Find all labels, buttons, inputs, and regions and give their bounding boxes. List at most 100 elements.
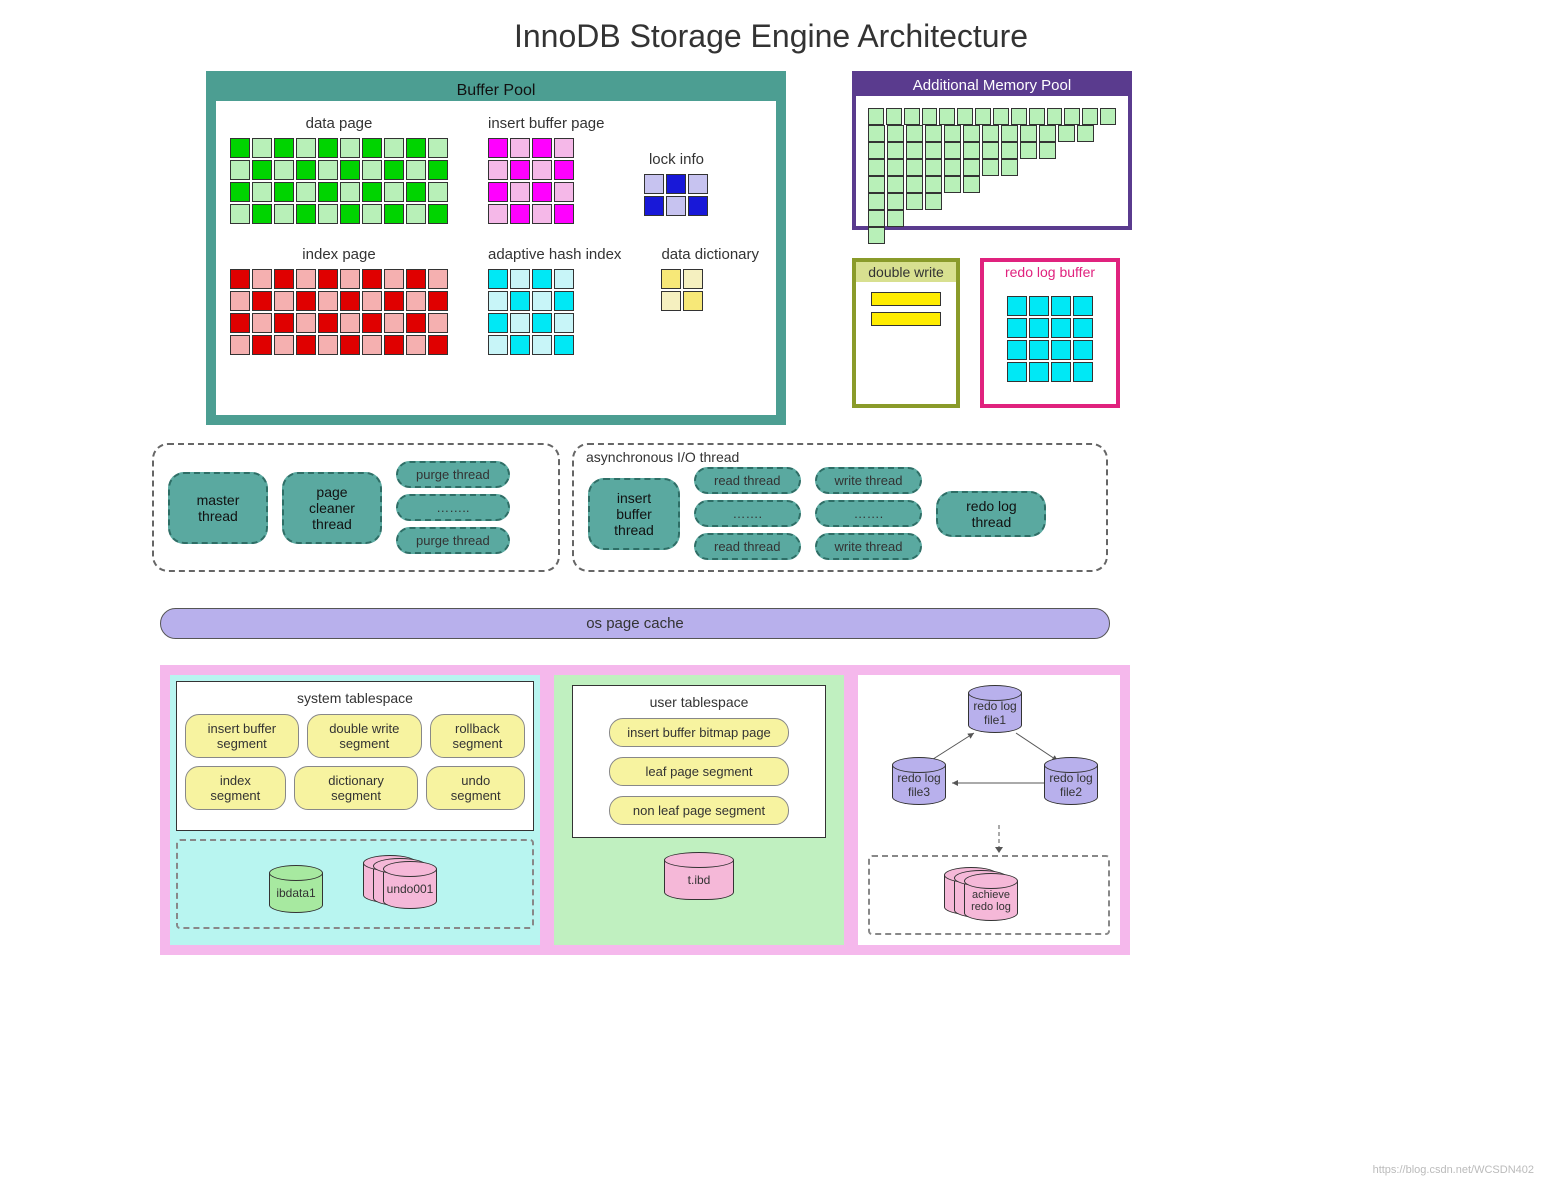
- grid-cell: [296, 291, 316, 311]
- grid-cell: [230, 182, 250, 202]
- grid-cell: [644, 174, 664, 194]
- grid-cell: [1073, 340, 1093, 360]
- redo-log-buffer: redo log buffer: [980, 258, 1120, 408]
- redo-files: redo log file1 redo log file2 redo log f…: [858, 675, 1120, 945]
- grid-cell: [428, 182, 448, 202]
- grid-cell: [406, 291, 426, 311]
- grid-cell: [532, 160, 552, 180]
- grid-cell: [688, 174, 708, 194]
- grid-cell: [340, 204, 360, 224]
- segment-pill: undo segment: [426, 766, 525, 810]
- grid-cell: [925, 193, 942, 210]
- grid-cell: [318, 291, 338, 311]
- grid-cell: [554, 182, 574, 202]
- grid-cell: [362, 204, 382, 224]
- grid-cell: [510, 335, 530, 355]
- grid-cell: [406, 204, 426, 224]
- archive-box: achieve redo log: [868, 855, 1110, 935]
- segment-pill: rollback segment: [430, 714, 525, 758]
- grid-cell: [384, 138, 404, 158]
- grid-cell: [252, 204, 272, 224]
- segment-pill: non leaf page segment: [609, 796, 789, 825]
- grid-cell: [428, 138, 448, 158]
- grid-cell: [1020, 142, 1037, 159]
- grid-cell: [1058, 125, 1075, 142]
- grid-cell: [993, 108, 1009, 125]
- grid-cell: [1011, 108, 1027, 125]
- grid-cell: [661, 269, 681, 289]
- grid-cell: [868, 176, 885, 193]
- grid-cell: [510, 291, 530, 311]
- grid-cell: [406, 138, 426, 158]
- segment-pill: double write segment: [307, 714, 422, 758]
- grid-cell: [340, 335, 360, 355]
- sys-tbl-title: system tablespace: [185, 690, 525, 706]
- grid-cell: [963, 125, 980, 142]
- redo-file2: redo log file2: [1044, 757, 1098, 805]
- grid-cell: [1007, 362, 1027, 382]
- grid-cell: [868, 125, 885, 142]
- grid-cell: [428, 269, 448, 289]
- grid-cell: [510, 160, 530, 180]
- grid-cell: [362, 269, 382, 289]
- grid-cell: [1007, 340, 1027, 360]
- grid-cell: [428, 291, 448, 311]
- grid-cell: [1029, 296, 1049, 316]
- redo-dash-arrow: [868, 825, 1130, 855]
- amp-title: Additional Memory Pool: [856, 75, 1128, 96]
- grid-cell: [887, 176, 904, 193]
- grid-cell: [957, 108, 973, 125]
- grid-cell: [252, 313, 272, 333]
- grid-cell: [906, 142, 923, 159]
- page-title: InnoDB Storage Engine Architecture: [0, 18, 1542, 55]
- grid-cell: [982, 159, 999, 176]
- grid-cell: [510, 182, 530, 202]
- grid-cell: [230, 160, 250, 180]
- grid-cell: [488, 313, 508, 333]
- grid-cell: [230, 204, 250, 224]
- double-write: double write: [852, 258, 960, 408]
- grid-cell: [532, 313, 552, 333]
- grid-cell: [944, 125, 961, 142]
- grid-cell: [661, 291, 681, 311]
- grid-cell: [554, 269, 574, 289]
- ahi-label: adaptive hash index: [488, 246, 621, 263]
- segment-pill: insert buffer bitmap page: [609, 718, 789, 747]
- undo-stack: undo001: [363, 855, 441, 913]
- grid-cell: [510, 204, 530, 224]
- grid-cell: [939, 108, 955, 125]
- grid-cell: [488, 269, 508, 289]
- grid-cell: [488, 138, 508, 158]
- grid-cell: [230, 313, 250, 333]
- grid-cell: [1029, 108, 1045, 125]
- grid-cell: [384, 313, 404, 333]
- grid-cell: [1064, 108, 1080, 125]
- grid-cell: [1007, 296, 1027, 316]
- grid-cell: [868, 210, 885, 227]
- grid-cell: [318, 269, 338, 289]
- grid-cell: [1051, 340, 1071, 360]
- grid-cell: [925, 125, 942, 142]
- usr-tbl-title: user tablespace: [581, 694, 817, 710]
- grid-cell: [1029, 318, 1049, 338]
- grid-cell: [925, 159, 942, 176]
- grid-cell: [384, 335, 404, 355]
- grid-cell: [887, 159, 904, 176]
- data-dict-label: data dictionary: [661, 246, 759, 263]
- grid-cell: [532, 138, 552, 158]
- grid-cell: [868, 142, 885, 159]
- grid-cell: [384, 291, 404, 311]
- grid-cell: [1073, 362, 1093, 382]
- buffer-pool: Buffer Pool data page insert buffer page…: [206, 71, 786, 425]
- grid-cell: [532, 291, 552, 311]
- read-stack: read thread ……. read thread: [694, 467, 801, 560]
- ibdata-cylinder: ibdata1: [269, 865, 323, 913]
- grid-cell: [252, 269, 272, 289]
- grid-cell: [406, 182, 426, 202]
- grid-cell: [1029, 362, 1049, 382]
- data-page-label: data page: [230, 115, 448, 132]
- grid-cell: [1051, 362, 1071, 382]
- grid-cell: [384, 204, 404, 224]
- read-thread: read thread: [694, 467, 801, 494]
- grid-cell: [868, 227, 885, 244]
